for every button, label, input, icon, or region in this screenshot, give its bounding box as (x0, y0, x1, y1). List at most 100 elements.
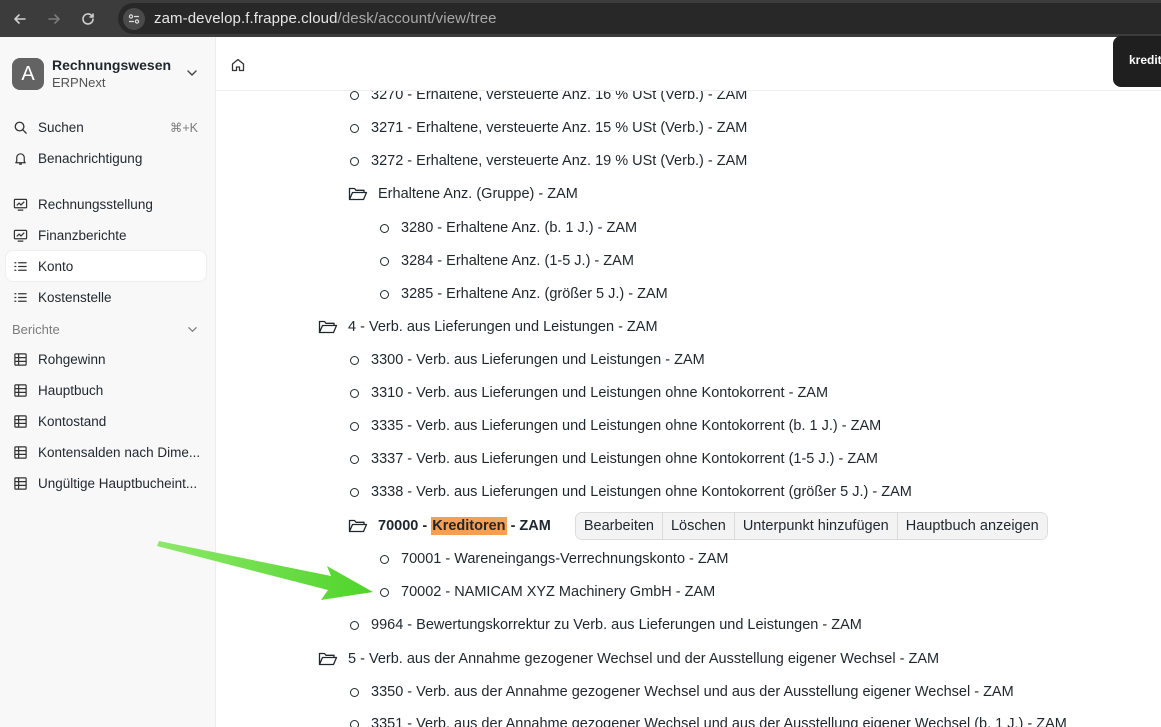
account-tree: 3270 - Erhaltene, versteuerte Anz. 16 % … (216, 91, 1161, 727)
tree-node-label: 70001 - Wareneingangs-Verrechnungskonto … (401, 551, 729, 567)
tree-node-5-verb-wechsel[interactable]: 5 - Verb. aus der Annahme gezogener Wech… (318, 647, 939, 671)
search-label: Suchen (38, 119, 84, 135)
url-host: zam-develop.f.frappe.cloud (154, 10, 338, 27)
tree-node-9964[interactable]: 9964 - Bewertungskorrektur zu Verb. aus … (350, 613, 862, 637)
delete-button[interactable]: Löschen (662, 513, 735, 539)
notifications-label: Benachrichtigung (38, 150, 143, 166)
node-actions-group: Bearbeiten Löschen Unterpunkt hinzufügen… (574, 512, 1048, 540)
sidebar-item-rechnungsstellung[interactable]: Rechnungsstellung (6, 189, 206, 219)
leaf-bullet-icon (350, 620, 359, 630)
bell-icon (12, 150, 28, 166)
table-icon (12, 475, 28, 491)
sidebar-section-berichte[interactable]: Berichte (12, 320, 198, 338)
billing-icon (12, 196, 28, 212)
leaf-bullet-icon (380, 223, 389, 233)
tree-node-3338[interactable]: 3338 - Verb. aus Lieferungen und Leistun… (350, 480, 912, 504)
table-icon (12, 351, 28, 367)
tree-node-label: 3272 - Erhaltene, versteuerte Anz. 19 % … (371, 153, 748, 169)
tree-node-3270[interactable]: 3270 - Erhaltene, versteuerte Anz. 16 % … (350, 91, 747, 107)
tree-node-3350[interactable]: 3350 - Verb. aus der Annahme gezogener W… (350, 680, 1014, 704)
folder-open-icon (348, 187, 368, 201)
url-text[interactable]: zam-develop.f.frappe.cloud/desk/account/… (154, 10, 497, 27)
sidebar-item-hauptbuch[interactable]: Hauptbuch (6, 375, 206, 405)
tree-node-label: 3285 - Erhaltene Anz. (größer 5 J.) - ZA… (401, 286, 668, 302)
tree-node-3300[interactable]: 3300 - Verb. aus Lieferungen und Leistun… (350, 348, 705, 372)
leaf-bullet-icon (350, 687, 359, 697)
reload-icon (82, 12, 94, 25)
tree-node-3280[interactable]: 3280 - Erhaltene Anz. (b. 1 J.) - ZAM (380, 216, 637, 240)
chevron-down-icon (187, 70, 197, 76)
leaf-bullet-icon (350, 487, 359, 497)
tree-node-label: 3337 - Verb. aus Lieferungen und Leistun… (371, 451, 879, 467)
tree-node-label: 3338 - Verb. aus Lieferungen und Leistun… (371, 484, 912, 500)
leaf-bullet-icon (350, 123, 359, 133)
tree-node-3337[interactable]: 3337 - Verb. aus Lieferungen und Leistun… (350, 447, 878, 471)
home-icon[interactable] (230, 57, 246, 73)
tree-node-4-verb-lieferungen[interactable]: 4 - Verb. aus Lieferungen und Leistungen… (318, 315, 658, 339)
table-icon (12, 382, 28, 398)
sidebar-item-label: Finanzberichte (38, 227, 127, 243)
sidebar-item-kontensalden[interactable]: Kontensalden nach Dime... (6, 437, 206, 467)
tree-node-label: 3280 - Erhaltene Anz. (b. 1 J.) - ZAM (401, 220, 638, 236)
forward-button[interactable] (40, 5, 68, 33)
sidebar-notifications[interactable]: Benachrichtigung (6, 143, 206, 173)
label-suffix: - ZAM (506, 518, 551, 534)
table-icon (12, 444, 28, 460)
app-avatar: A (12, 58, 44, 90)
leaf-bullet-icon (380, 256, 389, 266)
tree-node-70001[interactable]: 70001 - Wareneingangs-Verrechnungskonto … (380, 547, 729, 571)
reports-icon (12, 227, 28, 243)
chevron-down-icon (188, 326, 197, 332)
sidebar-item-label: Hauptbuch (38, 382, 104, 398)
leaf-bullet-icon (350, 156, 359, 166)
view-ledger-button[interactable]: Hauptbuch anzeigen (897, 513, 1047, 539)
tree-node-70002[interactable]: 70002 - NAMICAM XYZ Machinery GmbH - ZAM (380, 580, 715, 604)
address-bar[interactable]: zam-develop.f.frappe.cloud/desk/account/… (118, 3, 1161, 34)
sidebar-item-label: Ungültige Hauptbucheint... (38, 475, 198, 491)
tree-node-3271[interactable]: 3271 - Erhaltene, versteuerte Anz. 15 % … (350, 116, 747, 140)
add-child-button[interactable]: Unterpunkt hinzufügen (734, 513, 898, 539)
leaf-bullet-icon (380, 289, 389, 299)
tree-node-label: 5 - Verb. aus der Annahme gezogener Wech… (348, 651, 940, 667)
sidebar-item-label: Kontostand (38, 413, 107, 429)
tree-node-3285[interactable]: 3285 - Erhaltene Anz. (größer 5 J.) - ZA… (380, 282, 668, 306)
list-icon (12, 258, 28, 274)
sidebar-item-finanzberichte[interactable]: Finanzberichte (6, 220, 206, 250)
tree-node-label: 70000 - Kreditoren - ZAM (378, 517, 551, 535)
browser-toolbar: zam-develop.f.frappe.cloud/desk/account/… (0, 0, 1161, 37)
table-icon (12, 413, 28, 429)
tree-node-label: 9964 - Bewertungskorrektur zu Verb. aus … (371, 617, 862, 633)
tree-node-label: 70002 - NAMICAM XYZ Machinery GmbH - ZAM (401, 584, 716, 600)
sidebar-item-kontostand[interactable]: Kontostand (6, 406, 206, 436)
tree-node-label: 3270 - Erhaltene, versteuerte Anz. 16 % … (371, 91, 748, 103)
edit-button[interactable]: Bearbeiten (575, 513, 663, 539)
tree-node-label: 3310 - Verb. aus Lieferungen und Leistun… (371, 385, 829, 401)
tree-node-label: 3284 - Erhaltene Anz. (1-5 J.) - ZAM (401, 253, 634, 269)
label-prefix: 70000 - (378, 518, 432, 534)
tree-node-label: 3350 - Verb. aus der Annahme gezogener W… (371, 684, 1014, 700)
section-label: Berichte (12, 321, 60, 337)
tree-node-70000-kreditoren[interactable]: 70000 - Kreditoren - ZAM Bearbeiten Lösc… (348, 512, 1048, 540)
sidebar-search[interactable]: Suchen ⌘+K (6, 112, 206, 142)
tree-node-3351[interactable]: 3351 - Verb. aus der Annahme gezogener W… (350, 712, 1067, 727)
tree-node-label: 3351 - Verb. aus der Annahme gezogener W… (371, 716, 1067, 727)
tree-node-3284[interactable]: 3284 - Erhaltene Anz. (1-5 J.) - ZAM (380, 249, 634, 273)
site-settings-icon[interactable] (123, 7, 145, 30)
sidebar-item-kostenstelle[interactable]: Kostenstelle (6, 282, 206, 312)
search-icon (12, 119, 28, 135)
tree-node-3310[interactable]: 3310 - Verb. aus Lieferungen und Leistun… (350, 381, 828, 405)
reload-button[interactable] (74, 5, 102, 33)
app-switcher[interactable]: A Rechnungswesen ERPNext (12, 56, 204, 92)
sidebar-item-konto[interactable]: Konto (6, 251, 206, 281)
sidebar-item-label: Kostenstelle (38, 289, 112, 305)
tree-node-3272[interactable]: 3272 - Erhaltene, versteuerte Anz. 19 % … (350, 149, 747, 173)
back-button[interactable] (6, 5, 34, 33)
sidebar-item-ungueltige-hauptbucheintraege[interactable]: Ungültige Hauptbucheint... (6, 468, 206, 498)
search-highlight: Kreditoren (431, 517, 507, 535)
arrow-left-icon (14, 13, 26, 24)
list-icon (12, 289, 28, 305)
tree-node-3335[interactable]: 3335 - Verb. aus Lieferungen und Leistun… (350, 414, 881, 438)
sidebar-item-rohgewinn[interactable]: Rohgewinn (6, 344, 206, 374)
tree-node-erhaltene-anz-gruppe[interactable]: Erhaltene Anz. (Gruppe) - ZAM (348, 182, 578, 206)
tree-node-label: 3300 - Verb. aus Lieferungen und Leistun… (371, 352, 705, 368)
